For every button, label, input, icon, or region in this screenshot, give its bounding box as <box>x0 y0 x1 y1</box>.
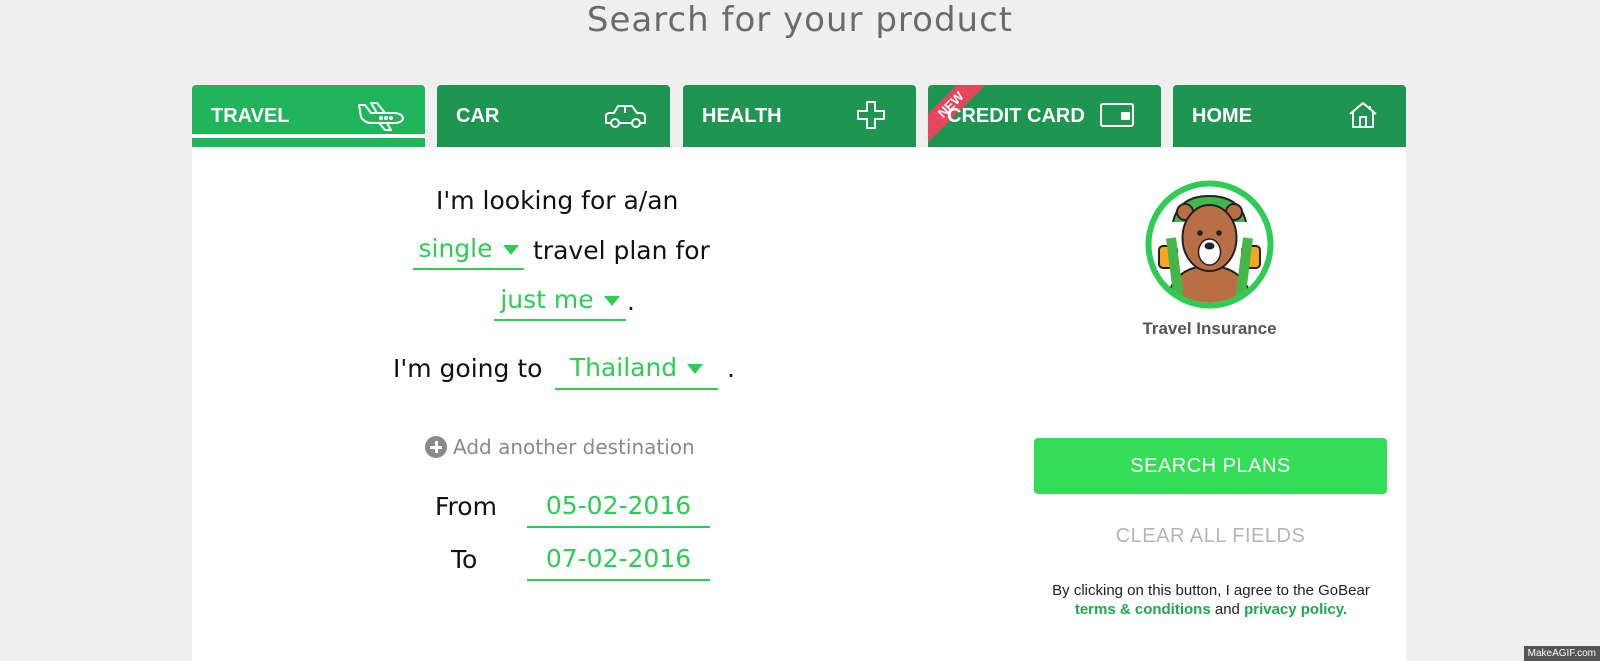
tab-label: CAR <box>456 105 500 127</box>
destination-select[interactable]: Thailand <box>555 353 718 390</box>
dropdown-caret-icon <box>502 245 519 255</box>
tab-health[interactable]: HEALTH <box>683 85 916 147</box>
to-date-input[interactable]: 07-02-2016 <box>527 544 710 581</box>
plus-icon <box>846 99 896 131</box>
house-icon <box>1336 99 1386 131</box>
period-text: . <box>627 287 635 316</box>
terms-link[interactable]: terms & conditions <box>1075 601 1211 618</box>
car-icon <box>600 99 650 131</box>
watermark: MakeAGIF.com <box>1523 646 1600 661</box>
going-to-text: I'm going to <box>393 354 543 383</box>
plan-suffix-text: travel plan for <box>533 236 710 265</box>
dropdown-caret-icon <box>687 364 704 374</box>
tab-travel[interactable]: TRAVEL <box>192 85 425 147</box>
search-plans-button[interactable]: SEARCH PLANS <box>1034 438 1387 494</box>
product-caption: Travel Insurance <box>1142 319 1277 338</box>
from-date-input[interactable]: 05-02-2016 <box>527 491 710 528</box>
clear-all-fields-button[interactable]: CLEAR ALL FIELDS <box>1034 525 1387 548</box>
from-label: From <box>435 492 497 521</box>
period-text: . <box>727 354 735 383</box>
airplane-icon <box>355 99 405 131</box>
disclaimer-and: and <box>1214 601 1240 618</box>
tab-car[interactable]: CAR <box>437 85 670 147</box>
add-destination-label: Add another destination <box>453 435 695 459</box>
tab-label: HOME <box>1192 105 1252 127</box>
plan-type-select[interactable]: single <box>413 234 524 270</box>
destination-value: Thailand <box>569 353 678 382</box>
search-panel: I'm looking for a/an single travel plan … <box>192 147 1406 661</box>
tab-label: CREDIT CARD <box>947 105 1085 127</box>
tab-label: TRAVEL <box>211 105 290 127</box>
credit-card-icon <box>1091 99 1141 131</box>
page-title: Search for your product <box>586 0 1014 40</box>
travelers-select[interactable]: just me <box>494 285 626 321</box>
product-tabs: TRAVEL CAR HEALTH NEW CREDIT CARD HOME <box>192 85 1406 147</box>
dropdown-caret-icon <box>603 296 620 306</box>
add-destination-link[interactable]: Add another destination <box>425 435 695 459</box>
plan-type-value: single <box>418 234 493 263</box>
privacy-link[interactable]: privacy policy. <box>1244 601 1347 618</box>
plus-circle-icon <box>425 436 447 458</box>
disclaimer-text: By clicking on this button, I agree to t… <box>1052 582 1370 599</box>
bear-backpack-icon <box>1143 178 1276 311</box>
travelers-value: just me <box>500 285 594 314</box>
tab-home[interactable]: HOME <box>1173 85 1406 147</box>
terms-disclaimer: By clicking on this button, I agree to t… <box>1052 581 1370 619</box>
tab-credit-card[interactable]: NEW CREDIT CARD <box>928 85 1161 147</box>
to-label: To <box>451 545 478 574</box>
intro-text: I'm looking for a/an <box>436 186 679 215</box>
tab-label: HEALTH <box>702 105 782 127</box>
